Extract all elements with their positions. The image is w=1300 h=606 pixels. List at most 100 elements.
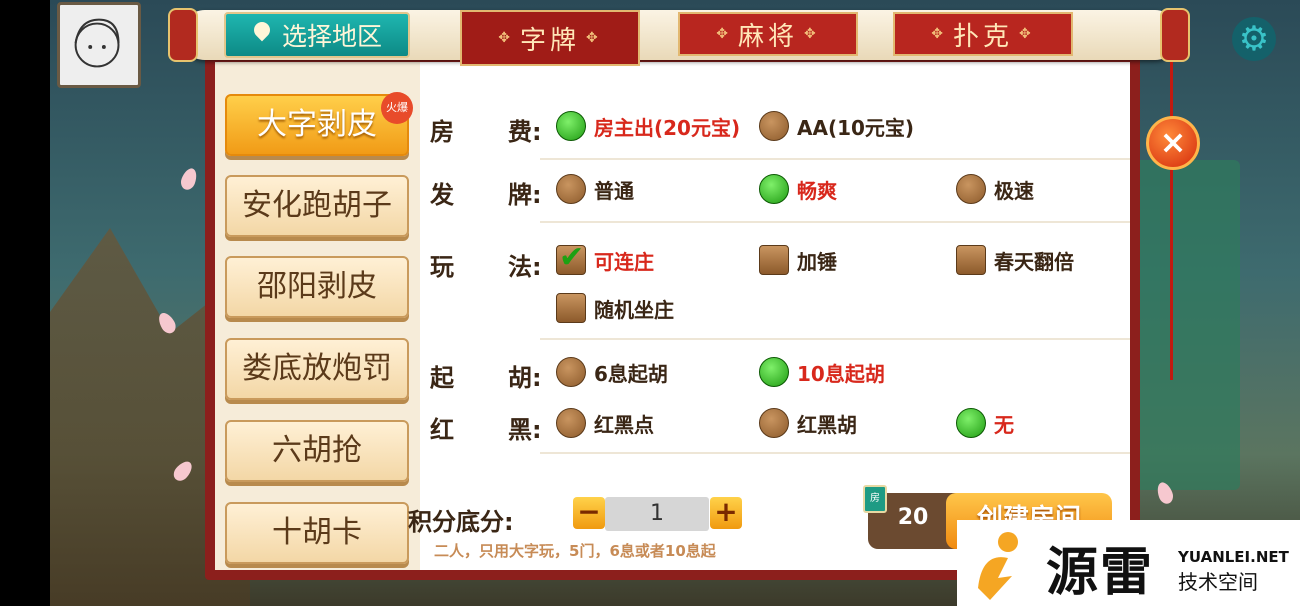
game-item-shaoyang[interactable]: 邵阳剥皮: [225, 256, 409, 318]
ornament-icon: ✥: [716, 26, 732, 42]
radio[interactable]: [556, 174, 586, 204]
hot-badge: 火爆: [381, 92, 413, 124]
game-item-anhua[interactable]: 安化跑胡子: [225, 175, 409, 237]
checkbox[interactable]: [759, 245, 789, 275]
avatar-image: [74, 18, 120, 68]
game-label: 大字剥皮: [257, 107, 377, 142]
deal-label-b: 牌:: [508, 181, 542, 209]
option-label: 红黑点: [594, 412, 654, 437]
redblack-option-hu[interactable]: 红黑胡: [759, 408, 857, 438]
radio-selected[interactable]: [556, 111, 586, 141]
close-icon[interactable]: ×: [1146, 116, 1200, 170]
play-option-random-dealer[interactable]: 随机坐庄: [556, 293, 674, 323]
tab-zipai[interactable]: ✥ 字牌 ✥: [460, 10, 640, 66]
hu-label-b: 胡:: [508, 364, 542, 392]
redblack-label-b: 黑:: [508, 416, 542, 444]
game-item-dazi-bopi[interactable]: 大字剥皮 火爆: [225, 92, 413, 156]
play-label-b: 法:: [508, 253, 542, 281]
rule-description: 二人，只用大字玩，5门，6息或者10息起: [434, 542, 716, 560]
redblack-option-none[interactable]: 无: [956, 408, 1014, 438]
checkbox[interactable]: [956, 245, 986, 275]
select-region-label: 选择地区: [281, 22, 382, 51]
radio[interactable]: [759, 408, 789, 438]
option-label: 春天翻倍: [994, 249, 1074, 274]
option-label: 可连庄: [594, 249, 654, 274]
tab-label: 扑克: [952, 21, 1013, 52]
game-label: 十胡卡: [272, 515, 362, 550]
score-plus-button[interactable]: +: [710, 497, 742, 529]
close-cord: [1170, 40, 1173, 380]
fee-label-b: 费:: [508, 118, 542, 146]
option-label: 随机坐庄: [594, 297, 674, 322]
deal-label-a: 发: [430, 181, 454, 209]
scroll-end-right: [1160, 8, 1190, 62]
fee-option-host[interactable]: 房主出(20元宝): [556, 111, 740, 141]
ornament-icon: ✥: [498, 30, 514, 46]
tab-poker[interactable]: ✥ 扑克 ✥: [893, 12, 1073, 56]
avatar[interactable]: [57, 2, 141, 88]
radio[interactable]: [956, 174, 986, 204]
gear-icon[interactable]: ⚙: [1232, 17, 1276, 61]
deal-option-smooth[interactable]: 畅爽: [759, 174, 837, 204]
game-item-loudi[interactable]: 娄底放炮罚: [225, 338, 409, 400]
radio-selected[interactable]: [759, 174, 789, 204]
divider: [540, 158, 1130, 160]
score-value-field[interactable]: 1: [605, 497, 709, 531]
redblack-option-point[interactable]: 红黑点: [556, 408, 654, 438]
score-minus-button[interactable]: −: [573, 497, 605, 529]
option-label: 普通: [594, 178, 634, 203]
ornament-icon: ✥: [1019, 26, 1035, 42]
game-item-liuhuqiang[interactable]: 六胡抢: [225, 420, 409, 482]
game-label: 安化跑胡子: [242, 188, 392, 223]
fee-label-a: 房: [430, 118, 454, 146]
redblack-label-a: 红: [430, 416, 454, 444]
play-option-hammer[interactable]: 加锤: [759, 245, 837, 275]
hu-label-a: 起: [430, 364, 454, 392]
option-label: 房主出(20元宝): [594, 115, 741, 140]
option-label: 无: [994, 412, 1014, 437]
tab-label: 麻将: [737, 21, 798, 52]
checkbox-checked[interactable]: [556, 240, 586, 275]
hu-option-10[interactable]: 10息起胡: [759, 357, 885, 387]
tab-mahjong[interactable]: ✥ 麻将 ✥: [678, 12, 858, 56]
radio[interactable]: [556, 408, 586, 438]
option-label: 10息起胡: [797, 361, 885, 386]
game-label: 娄底放炮罚: [242, 351, 392, 386]
game-label: 六胡抢: [272, 433, 362, 468]
watermark-cn: 技术空间: [1178, 570, 1258, 594]
deal-option-fast[interactable]: 极速: [956, 174, 1034, 204]
option-label: AA(10元宝): [797, 115, 915, 140]
checkbox[interactable]: [556, 293, 586, 323]
ornament-icon: ✥: [931, 26, 947, 42]
divider: [540, 338, 1130, 340]
select-region-button[interactable]: 选择地区: [224, 12, 410, 58]
divider: [540, 221, 1130, 223]
ornament-icon: ✥: [586, 30, 602, 46]
play-option-spring-double[interactable]: 春天翻倍: [956, 245, 1074, 275]
scroll-end-left: [168, 8, 198, 62]
radio-selected[interactable]: [759, 357, 789, 387]
radio[interactable]: [759, 111, 789, 141]
radio[interactable]: [556, 357, 586, 387]
ornament-icon: ✥: [804, 26, 820, 42]
radio-selected[interactable]: [956, 408, 986, 438]
watermark-en: YUANLEI.NET: [1178, 548, 1289, 566]
game-label: 邵阳剥皮: [257, 269, 377, 304]
tab-label: 字牌: [519, 25, 580, 56]
option-label: 加锤: [797, 249, 837, 274]
room-card-icon: 房: [863, 485, 887, 513]
play-label-a: 玩: [430, 253, 454, 281]
option-label: 红黑胡: [797, 412, 857, 437]
game-item-shihuka[interactable]: 十胡卡: [225, 502, 409, 564]
watermark-brand: 源雷: [1046, 543, 1155, 603]
location-pin-icon: [252, 22, 272, 48]
deal-option-normal[interactable]: 普通: [556, 174, 634, 204]
option-label: 畅爽: [797, 178, 837, 203]
watermark-logo: [978, 532, 1018, 600]
fee-option-aa[interactable]: AA(10元宝): [759, 111, 914, 141]
divider: [540, 452, 1130, 454]
option-label: 6息起胡: [594, 361, 668, 386]
play-option-continue-dealer[interactable]: 可连庄: [556, 240, 654, 275]
hu-option-6[interactable]: 6息起胡: [556, 357, 668, 387]
score-label: 积分底分:: [408, 508, 514, 536]
